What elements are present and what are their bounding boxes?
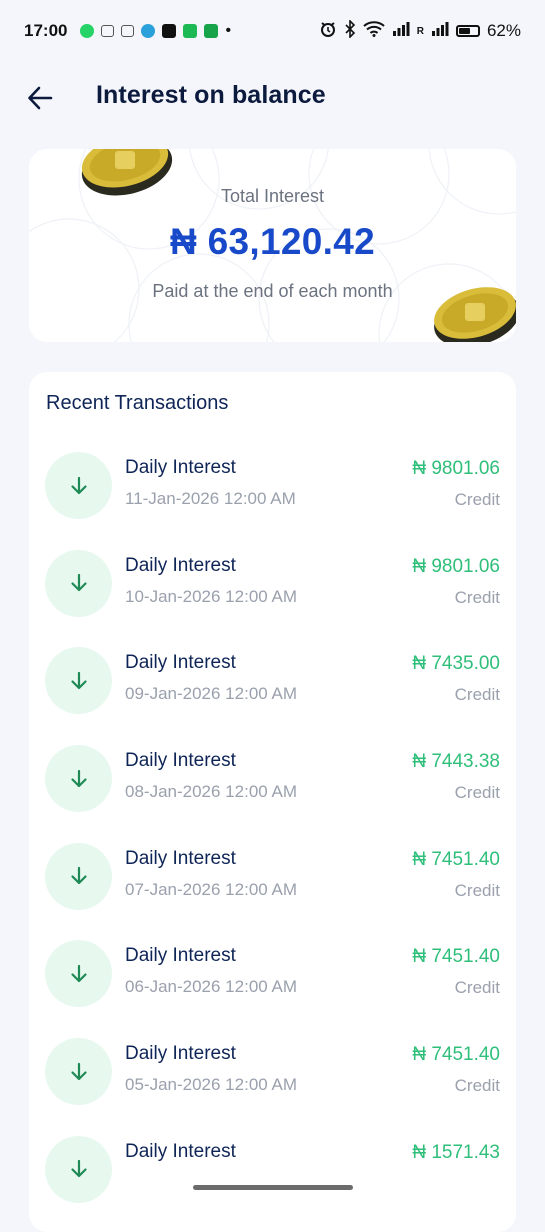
transaction-title: Daily Interest <box>125 847 236 869</box>
transaction-title: Daily Interest <box>125 1043 236 1065</box>
transaction-date: 08-Jan-2026 12:00 AM <box>125 782 298 802</box>
transaction-date: 05-Jan-2026 12:00 AM <box>125 1075 298 1095</box>
transaction-type: Credit <box>454 685 500 705</box>
transaction-amount: ₦ 7451.40 <box>412 848 500 870</box>
whatsapp-icon <box>80 24 95 38</box>
transaction-title: Daily Interest <box>125 457 236 478</box>
battery-percent: 62% <box>486 21 521 40</box>
transaction-amount: ₦ 7451.40 <box>412 1044 500 1066</box>
transaction-type: Credit <box>454 783 500 803</box>
page-title: Interest on balance <box>96 81 326 109</box>
transaction-title: Daily Interest <box>125 750 236 772</box>
arrow-down-icon <box>45 842 112 910</box>
notification-dot: • <box>225 22 232 39</box>
total-interest-amount: ₦ 63,120.42 <box>170 221 375 262</box>
transaction-date: 07-Jan-2026 12:00 AM <box>125 879 298 899</box>
arrow-down-icon <box>45 1038 112 1106</box>
transaction-list: Daily Interest 11-Jan-2026 12:00 AM ₦ 9801… <box>29 452 516 1232</box>
transaction-type: Credit <box>454 978 500 998</box>
arrow-down-icon <box>45 940 112 1008</box>
transaction-row[interactable]: Daily Interest 11-Jan-2026 12:00 AM ₦ 9801… <box>29 452 516 550</box>
transaction-amount: ₦ 9801.06 <box>412 555 500 577</box>
transaction-amount: ₦ 9801.06 <box>412 458 500 479</box>
transaction-amount: ₦ 7435.00 <box>412 653 500 675</box>
app-icon <box>162 24 177 38</box>
telegram-icon <box>141 24 156 38</box>
arrow-left-icon <box>28 86 53 110</box>
message-icon <box>101 25 115 37</box>
battery-level <box>458 28 470 34</box>
home-indicator <box>193 1185 353 1190</box>
payment-note: Paid at the end of each month <box>152 281 393 301</box>
arrow-down-icon <box>45 1135 112 1203</box>
transaction-title: Daily Interest <box>125 652 236 674</box>
transaction-row[interactable]: Daily Interest 09-Jan-2026 12:00 AM ₦ 7435… <box>29 647 516 745</box>
recent-transactions-card: Recent Transactions Daily Interest 11-Jan… <box>29 372 516 1232</box>
transaction-title: Daily Interest <box>125 1140 236 1162</box>
status-bar-right: R 62% <box>319 19 521 42</box>
alarm-icon <box>319 20 337 42</box>
transaction-type: Credit <box>454 587 500 607</box>
transaction-type: Credit <box>454 1076 500 1096</box>
transaction-amount: ₦ 1571.43 <box>412 1141 500 1163</box>
status-bar: 17:00 • R 62% <box>0 0 545 62</box>
arrow-down-icon <box>45 452 112 519</box>
back-button[interactable] <box>22 80 58 116</box>
arrow-down-icon <box>45 549 112 617</box>
transaction-row[interactable]: Daily Interest 05-Jan-2026 12:00 AM ₦ 7451… <box>29 1038 516 1136</box>
transaction-amount: ₦ 7443.38 <box>412 751 500 773</box>
signal-icon <box>431 21 449 41</box>
bluetooth-icon <box>344 19 356 42</box>
message-icon <box>121 25 135 37</box>
arrow-down-icon <box>45 647 112 715</box>
transaction-type: Credit <box>454 490 500 509</box>
status-time: 17:00 <box>24 21 68 40</box>
total-interest-card: Total Interest ₦ 63,120.42 Paid at the e… <box>29 149 516 342</box>
transaction-row[interactable]: Daily Interest 06-Jan-2026 12:00 AM ₦ 7451… <box>29 940 516 1038</box>
wifi-icon <box>363 21 385 41</box>
transaction-date: 11-Jan-2026 12:00 AM <box>125 489 296 508</box>
battery-icon <box>455 25 480 37</box>
transaction-date: 09-Jan-2026 12:00 AM <box>125 684 298 704</box>
transaction-row[interactable]: Daily Interest 07-Jan-2026 12:00 AM ₦ 7451… <box>29 842 516 941</box>
transaction-date: 06-Jan-2026 12:00 AM <box>125 977 298 997</box>
transaction-row[interactable]: Daily Interest 10-Jan-2026 12:00 AM ₦ 9801… <box>29 549 516 648</box>
arrow-down-icon <box>45 745 112 813</box>
transaction-type: Credit <box>454 880 500 900</box>
status-bar-left: 17:00 • <box>24 21 231 41</box>
page-header: Interest on balance <box>0 70 545 126</box>
transaction-title: Daily Interest <box>125 554 236 576</box>
transaction-title: Daily Interest <box>125 945 236 967</box>
app-icon <box>183 24 198 38</box>
app-icon <box>204 24 219 38</box>
signal-icon <box>392 21 410 41</box>
transaction-row[interactable]: Daily Interest 08-Jan-2026 12:00 AM ₦ 7443… <box>29 745 516 843</box>
section-heading: Recent Transactions <box>46 392 229 414</box>
roaming-label: R <box>416 25 424 37</box>
transaction-date: 10-Jan-2026 12:00 AM <box>125 586 298 606</box>
transaction-row[interactable]: Daily Interest ₦ 1571.43 <box>29 1135 516 1232</box>
transaction-amount: ₦ 7451.40 <box>412 946 500 968</box>
total-interest-label: Total Interest <box>220 186 325 206</box>
